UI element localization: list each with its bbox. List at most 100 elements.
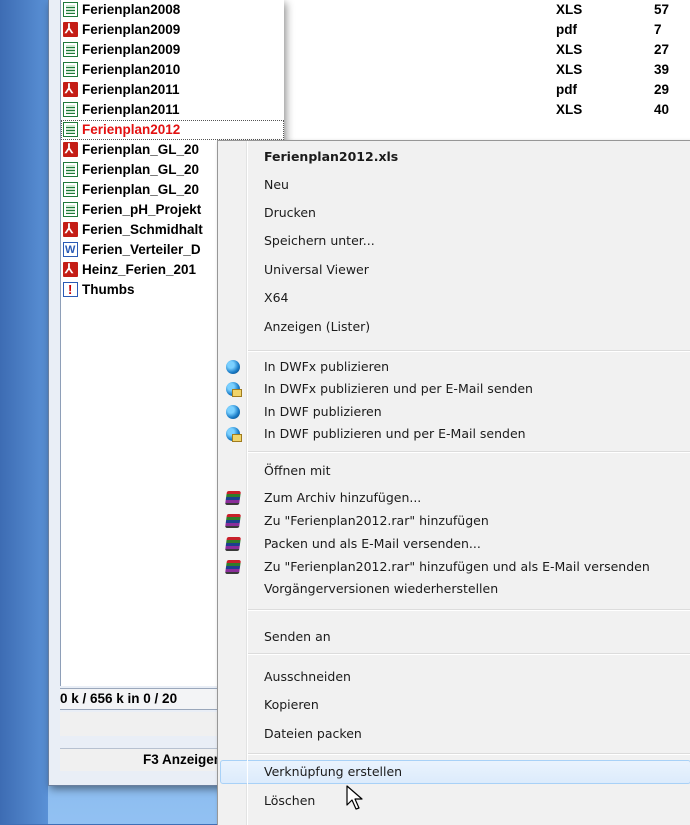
menu-item-label: Neu bbox=[264, 177, 289, 192]
word-file-icon bbox=[63, 240, 78, 260]
menu-item-offnen-mit[interactable]: Öffnen mit bbox=[220, 459, 690, 483]
menu-item-zu-ferienplan2012-rar-hinzufugen-und-als-e-mail-versenden[interactable]: Zu "Ferienplan2012.rar" hinzufügen und a… bbox=[220, 555, 690, 579]
system-file-icon bbox=[63, 280, 78, 300]
file-type: XLS bbox=[556, 42, 583, 57]
file-details-pane: XLS pdf XLS XLS pdf XLS 57 7 27 39 29 40 bbox=[282, 0, 690, 140]
menu-item-speichern-unter[interactable]: Speichern unter... bbox=[220, 229, 690, 253]
menu-item-label: Senden an bbox=[264, 629, 331, 644]
winrar-icon bbox=[225, 514, 241, 528]
dwf-mail-globe-icon bbox=[226, 382, 242, 397]
file-row[interactable]: Ferienplan2009 bbox=[61, 19, 284, 40]
file-size: 57 bbox=[654, 2, 670, 17]
file-name: Ferienplan_GL_20 bbox=[82, 182, 200, 197]
file-size: 39 bbox=[654, 62, 670, 77]
menu-item-label: Ausschneiden bbox=[264, 669, 351, 684]
file-row[interactable]: Ferienplan2011 bbox=[61, 79, 284, 100]
pdf-file-icon bbox=[63, 219, 78, 239]
context-menu: Ferienplan2012.xls Neu Drucken Speichern un… bbox=[217, 140, 690, 825]
excel-file-icon bbox=[63, 102, 78, 117]
file-name: Ferien_pH_Projekt bbox=[82, 202, 202, 217]
menu-separator bbox=[248, 609, 690, 611]
excel-file-icon bbox=[63, 2, 78, 17]
file-name: Ferienplan2008 bbox=[82, 2, 181, 17]
menu-item-open-default[interactable]: Ferienplan2012.xls bbox=[220, 145, 690, 169]
menu-item-label: Zum Archiv hinzufügen... bbox=[264, 490, 422, 505]
excel-file-icon bbox=[63, 202, 78, 217]
menu-item-drucken[interactable]: Drucken bbox=[220, 201, 690, 225]
winrar-icon bbox=[225, 491, 241, 505]
menu-item-label: Zu "Ferienplan2012.rar" hinzufügen und a… bbox=[264, 559, 650, 574]
menu-item-label: Universal Viewer bbox=[264, 262, 369, 277]
menu-item-label: Zu "Ferienplan2012.rar" hinzufügen bbox=[264, 513, 489, 528]
file-row[interactable]: Ferienplan2009 bbox=[61, 40, 284, 60]
file-row[interactable]: Ferienplan2008 bbox=[61, 0, 284, 20]
file-name: Ferienplan2009 bbox=[82, 42, 181, 57]
file-row[interactable]: Ferienplan2011 bbox=[61, 100, 284, 120]
menu-item-label: Vorgängerversionen wiederherstellen bbox=[264, 581, 499, 596]
menu-item-anzeigen-lister[interactable]: Anzeigen (Lister) bbox=[220, 315, 690, 339]
type-column: XLS pdf XLS XLS pdf XLS bbox=[556, 0, 582, 120]
file-name: Ferien_Schmidhalt bbox=[82, 222, 203, 237]
menu-item-label: Dateien packen bbox=[264, 726, 362, 741]
file-name: Ferienplan2011 bbox=[82, 82, 180, 97]
menu-item-x64[interactable]: X64 bbox=[220, 286, 690, 310]
menu-item-in-dwfx-publizieren[interactable]: In DWFx publizieren bbox=[220, 355, 690, 379]
menu-item-kopieren[interactable]: Kopieren bbox=[220, 693, 690, 717]
menu-item-label: In DWF publizieren bbox=[264, 404, 382, 419]
menu-header-label: Ferienplan2012.xls bbox=[264, 149, 399, 164]
menu-item-label: In DWF publizieren und per E-Mail senden bbox=[264, 426, 526, 441]
menu-item-dateien-packen[interactable]: Dateien packen bbox=[220, 722, 690, 746]
menu-item-neu[interactable]: Neu bbox=[220, 173, 690, 197]
selection-info-text: 0 k / 656 k in 0 / 20 bbox=[60, 691, 178, 706]
excel-file-icon bbox=[63, 62, 78, 77]
winrar-icon bbox=[225, 560, 241, 574]
file-name: Ferienplan2009 bbox=[82, 22, 181, 37]
f3-view-button[interactable]: F3 Anzeigen bbox=[60, 749, 222, 771]
menu-item-loschen[interactable]: Löschen bbox=[220, 789, 690, 813]
file-row[interactable]: Ferienplan2010 bbox=[61, 60, 284, 80]
menu-separator bbox=[248, 350, 690, 352]
file-size: 40 bbox=[654, 102, 670, 117]
menu-item-vorgangerversionen-wiederherstellen[interactable]: Vorgängerversionen wiederherstellen bbox=[220, 577, 690, 601]
file-row[interactable]: Ferienplan2012 bbox=[61, 120, 284, 140]
excel-file-icon bbox=[63, 42, 78, 57]
menu-item-label: Packen und als E-Mail versenden... bbox=[264, 536, 481, 551]
menu-item-label: Anzeigen (Lister) bbox=[264, 319, 371, 334]
file-name: Ferienplan2010 bbox=[82, 62, 181, 77]
menu-item-universal-viewer[interactable]: Universal Viewer bbox=[220, 258, 690, 282]
desktop-background bbox=[0, 0, 48, 824]
dwf-mail-globe-icon bbox=[226, 427, 242, 442]
menu-item-zu-ferienplan2012-rar-hinzufugen[interactable]: Zu "Ferienplan2012.rar" hinzufügen bbox=[220, 509, 690, 533]
pdf-file-icon bbox=[63, 79, 78, 99]
excel-file-icon bbox=[63, 122, 78, 137]
menu-item-label: Drucken bbox=[264, 205, 316, 220]
file-name: Thumbs bbox=[82, 282, 135, 297]
file-name: Ferienplan_GL_20 bbox=[82, 142, 200, 157]
menu-item-in-dwf-publizieren[interactable]: In DWF publizieren bbox=[220, 400, 690, 424]
menu-item-ausschneiden[interactable]: Ausschneiden bbox=[220, 665, 690, 689]
mouse-cursor-icon bbox=[346, 785, 363, 810]
menu-item-label: Kopieren bbox=[264, 697, 319, 712]
pdf-file-icon bbox=[63, 259, 78, 279]
menu-item-label: Speichern unter... bbox=[264, 233, 375, 248]
menu-separator bbox=[248, 451, 690, 453]
excel-file-icon bbox=[63, 162, 78, 177]
menu-item-in-dwfx-publizieren-und-per-e-mail-senden[interactable]: In DWFx publizieren und per E-Mail sende… bbox=[220, 377, 690, 401]
file-type: XLS bbox=[556, 62, 583, 77]
menu-item-label: X64 bbox=[264, 290, 289, 305]
menu-item-label: In DWFx publizieren und per E-Mail sende… bbox=[264, 381, 533, 396]
file-name: Heinz_Ferien_201 bbox=[82, 262, 197, 277]
pdf-file-icon bbox=[63, 19, 78, 39]
file-type: XLS bbox=[556, 102, 583, 117]
menu-item-verknupfung-erstellen[interactable]: Verknüpfung erstellen bbox=[220, 760, 690, 784]
file-size: 7 bbox=[654, 22, 662, 37]
menu-item-in-dwf-publizieren-und-per-e-mail-senden[interactable]: In DWF publizieren und per E-Mail senden bbox=[220, 422, 690, 446]
menu-item-senden-an[interactable]: Senden an bbox=[220, 625, 690, 649]
file-name: Ferienplan_GL_20 bbox=[82, 162, 200, 177]
winrar-icon bbox=[225, 537, 241, 551]
file-type: pdf bbox=[556, 22, 577, 37]
menu-item-packen-und-als-e-mail-versenden[interactable]: Packen und als E-Mail versenden... bbox=[220, 532, 690, 556]
file-type: XLS bbox=[556, 2, 583, 17]
menu-item-zum-archiv-hinzufugen[interactable]: Zum Archiv hinzufügen... bbox=[220, 486, 690, 510]
size-column: 57 7 27 39 29 40 bbox=[654, 0, 669, 120]
